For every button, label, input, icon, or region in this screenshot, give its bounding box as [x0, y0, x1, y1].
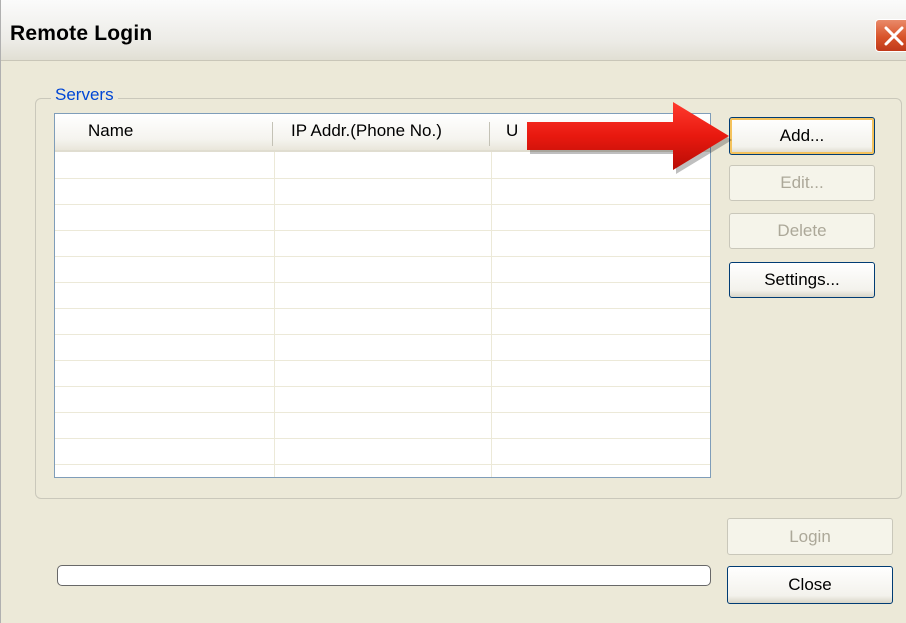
edit-button[interactable]: Edit...: [729, 165, 875, 201]
column-divider[interactable]: [272, 122, 273, 146]
row-gridline: [55, 360, 710, 361]
row-gridline: [55, 282, 710, 283]
row-gridline: [55, 412, 710, 413]
window-title: Remote Login: [10, 22, 153, 45]
row-gridline: [55, 334, 710, 335]
login-button[interactable]: Login: [727, 518, 893, 555]
column-gridline: [274, 152, 275, 477]
progress-bar: [57, 565, 711, 586]
close-button[interactable]: Close: [727, 566, 893, 604]
column-gridline: [491, 152, 492, 477]
delete-button[interactable]: Delete: [729, 213, 875, 249]
row-gridline: [55, 308, 710, 309]
column-divider[interactable]: [489, 122, 490, 146]
remote-login-dialog: Remote Login Servers Name IP Addr.(Phone…: [0, 0, 906, 623]
column-header-ip[interactable]: IP Addr.(Phone No.): [291, 121, 442, 141]
close-icon: [884, 26, 904, 46]
servers-group-label: Servers: [51, 85, 118, 105]
settings-button[interactable]: Settings...: [729, 262, 875, 298]
row-gridline: [55, 256, 710, 257]
add-button[interactable]: Add...: [729, 117, 875, 155]
title-divider: [1, 60, 906, 61]
column-header-name[interactable]: Name: [88, 121, 133, 141]
row-gridline: [55, 230, 710, 231]
title-bar: Remote Login: [1, 0, 906, 60]
row-gridline: [55, 438, 710, 439]
close-window-button[interactable]: [875, 19, 906, 52]
row-gridline: [55, 386, 710, 387]
row-gridline: [55, 464, 710, 465]
row-gridline: [55, 204, 710, 205]
red-arrow-icon: [527, 102, 732, 174]
column-header-user[interactable]: U: [506, 121, 518, 141]
